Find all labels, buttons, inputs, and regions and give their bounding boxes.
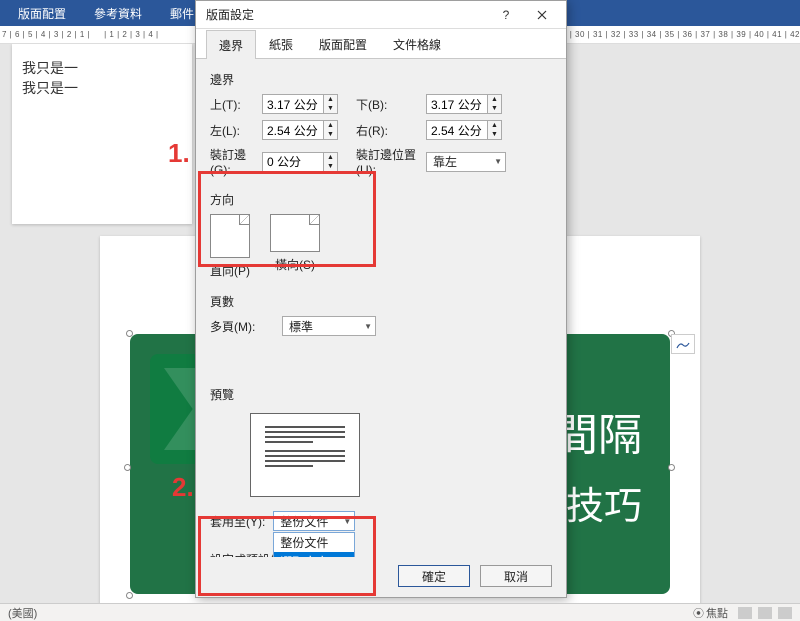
spinners[interactable]: ▲▼ xyxy=(324,94,338,114)
annotation-box-1 xyxy=(198,171,376,267)
ribbon-tab-references[interactable]: 參考資料 xyxy=(80,1,156,26)
selection-handle[interactable] xyxy=(668,464,675,471)
gutter-pos-select[interactable]: 靠左▼ xyxy=(426,152,506,172)
ruler-left-numbers: 7 | 6 | 5 | 4 | 3 | 2 | 1 | xyxy=(2,30,90,39)
status-language[interactable]: (美國) xyxy=(8,605,37,621)
margin-bottom-input[interactable] xyxy=(426,94,488,114)
green-text-2: 技巧 xyxy=(566,475,642,530)
doc-text-line: 我只是一 xyxy=(22,58,182,78)
tab-layout[interactable]: 版面配置 xyxy=(306,29,380,58)
spinners[interactable]: ▲▼ xyxy=(488,94,502,114)
ok-button[interactable]: 確定 xyxy=(398,565,470,587)
tab-docgrid[interactable]: 文件格線 xyxy=(380,29,454,58)
green-text-1: 間隔 xyxy=(554,399,642,463)
label-multipage: 多頁(M): xyxy=(210,318,262,335)
dialog-tabs: 邊界 紙張 版面配置 文件格線 xyxy=(196,29,566,59)
spinners[interactable]: ▲▼ xyxy=(324,120,338,140)
page-setup-dialog: 版面設定 ? 邊界 紙張 版面配置 文件格線 邊界 上(T): ▲▼ 下(B):… xyxy=(195,0,567,598)
annotation-box-2 xyxy=(198,516,376,596)
ribbon-tab-layout[interactable]: 版面配置 xyxy=(4,1,80,26)
dialog-title: 版面設定 xyxy=(206,6,254,23)
label-top: 上(T): xyxy=(210,96,262,113)
tab-paper[interactable]: 紙張 xyxy=(256,29,306,58)
dialog-body: 邊界 上(T): ▲▼ 下(B): ▲▼ 左(L): ▲▼ 右(R): ▲▼ 裝… xyxy=(196,59,566,557)
doc-text-line: 我只是一 xyxy=(22,78,182,98)
section-preview: 預覽 xyxy=(210,386,552,403)
chevron-down-icon: ▼ xyxy=(364,322,372,331)
view-read-icon[interactable] xyxy=(738,607,752,619)
status-focus[interactable]: ⦿焦點 xyxy=(693,605,728,621)
spinners[interactable]: ▲▼ xyxy=(488,120,502,140)
section-margins: 邊界 xyxy=(210,71,552,88)
spinners[interactable]: ▲▼ xyxy=(324,152,338,172)
selection-handle[interactable] xyxy=(126,330,133,337)
gutter-input[interactable] xyxy=(262,152,324,172)
margin-top-input[interactable] xyxy=(262,94,324,114)
help-button[interactable]: ? xyxy=(488,2,524,28)
annotation-label-2: 2. xyxy=(172,472,194,503)
margin-right-input[interactable] xyxy=(426,120,488,140)
ruler-center-numbers: | 1 | 2 | 3 | 4 | xyxy=(104,30,158,39)
layout-options-button[interactable] xyxy=(671,334,695,354)
view-print-icon[interactable] xyxy=(758,607,772,619)
close-button[interactable] xyxy=(524,2,560,28)
multipage-select[interactable]: 標準▼ xyxy=(282,316,376,336)
selection-handle[interactable] xyxy=(126,592,133,599)
chevron-down-icon: ▼ xyxy=(494,157,502,166)
selection-handle[interactable] xyxy=(124,464,131,471)
label-bottom: 下(B): xyxy=(356,96,426,113)
annotation-label-1: 1. xyxy=(168,138,190,169)
view-web-icon[interactable] xyxy=(778,607,792,619)
tab-margins[interactable]: 邊界 xyxy=(206,30,256,59)
label-left: 左(L): xyxy=(210,122,262,139)
label-right: 右(R): xyxy=(356,122,426,139)
status-bar: (美國) ⦿焦點 xyxy=(0,603,800,621)
preview-thumbnail xyxy=(250,413,360,497)
section-pages: 頁數 xyxy=(210,293,552,310)
margin-left-input[interactable] xyxy=(262,120,324,140)
cancel-button[interactable]: 取消 xyxy=(480,565,552,587)
dialog-titlebar[interactable]: 版面設定 ? xyxy=(196,1,566,29)
page-1: 我只是一 我只是一 xyxy=(12,44,192,224)
